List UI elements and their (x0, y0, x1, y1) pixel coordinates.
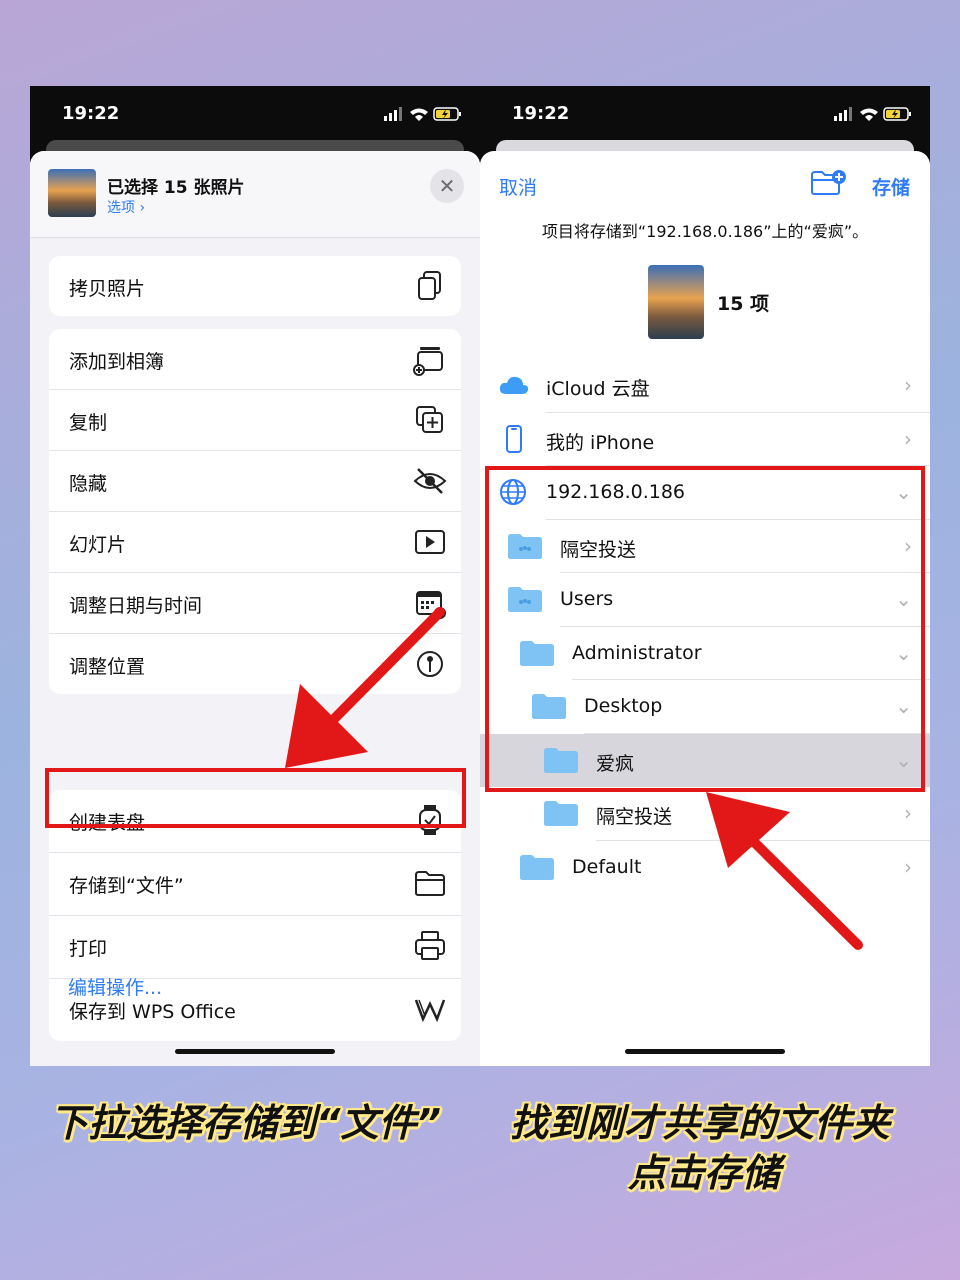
share-header: 已选择 15 张照片 选项 › ✕ (30, 151, 480, 238)
location-label: iCloud 云盘 (546, 378, 650, 400)
folder-icon (415, 871, 445, 896)
items-thumbnail (648, 265, 704, 339)
action-group-2: 添加到相簿 复制 隐藏 幻灯片 调整日期与时间 调整位置 (49, 329, 461, 694)
action-slideshow[interactable]: 幻灯片 (49, 512, 461, 573)
action-label: 复制 (69, 412, 108, 434)
location-my-iphone[interactable]: 我的 iPhone › (480, 413, 930, 466)
action-copy-photos[interactable]: 拷贝照片 (49, 256, 461, 316)
location-label: Default (572, 855, 642, 878)
caption-left: 下拉选择存储到“文件” (50, 1101, 441, 1145)
action-duplicate[interactable]: 复制 (49, 390, 461, 451)
action-adjust-location[interactable]: 调整位置 (49, 634, 461, 694)
edit-actions-link[interactable]: 编辑操作... (68, 973, 162, 1000)
status-bar: 19:22 (30, 86, 480, 142)
icloud-icon (499, 376, 529, 394)
action-label: 保存到 WPS Office (69, 1001, 236, 1023)
chevron-right-icon: › (904, 801, 912, 825)
chevron-right-icon: › (904, 373, 912, 397)
printer-icon (415, 931, 445, 960)
slideshow-play-icon (415, 530, 445, 554)
location-label: 我的 iPhone (546, 431, 655, 454)
action-label: 隐藏 (69, 473, 108, 495)
folder-airdrop-sub[interactable]: 隔空投送 › (480, 787, 930, 841)
signal-wifi-battery-icon (834, 107, 911, 121)
location-pin-icon (417, 651, 443, 677)
action-label: 调整日期与时间 (69, 595, 203, 617)
status-icons (384, 106, 464, 126)
action-label: 存储到“文件” (69, 875, 184, 897)
caption-right-line1: 找到刚才共享的文件夹 (510, 1101, 891, 1145)
close-button[interactable]: ✕ (430, 169, 464, 203)
item-count: 15 项 (717, 293, 770, 315)
action-label: 调整位置 (69, 656, 146, 678)
chevron-right-icon: › (904, 426, 912, 451)
hide-eye-icon (413, 468, 447, 494)
location-label: 隔空投送 (596, 806, 673, 828)
status-bar: 19:22 (480, 86, 930, 142)
action-label: 打印 (69, 938, 108, 960)
left-phone-screen: 19:22 已选择 15 张照片 选项 › ✕ 拷贝照片 添加到相簿 复制 隐藏… (30, 86, 480, 1066)
status-icons (834, 106, 914, 126)
wps-icon (414, 999, 446, 1023)
folder-icon (520, 854, 554, 880)
action-label: 拷贝照片 (69, 278, 146, 300)
iphone-icon (506, 424, 522, 453)
share-title: 已选择 15 张照片 (107, 178, 245, 198)
status-time: 19:22 (512, 103, 570, 124)
action-adjust-date-time[interactable]: 调整日期与时间 (49, 573, 461, 634)
close-icon: ✕ (438, 174, 456, 198)
action-label: 添加到相簿 (69, 351, 165, 373)
action-print[interactable]: 打印 (49, 916, 461, 979)
highlight-box-folder-tree (485, 466, 925, 792)
home-indicator (175, 1049, 335, 1054)
destination-message: 项目将存储到“192.168.0.186”上的“爱疯”。 (541, 222, 869, 241)
signal-wifi-battery-icon (384, 107, 461, 121)
action-hide[interactable]: 隐藏 (49, 451, 461, 512)
cancel-button[interactable]: 取消 (499, 173, 537, 200)
folder-default[interactable]: Default › (480, 841, 930, 895)
location-icloud[interactable]: iCloud 云盘 › (480, 359, 930, 413)
share-sheet: 已选择 15 张照片 选项 › ✕ 拷贝照片 添加到相簿 复制 隐藏 幻灯片 调… (30, 151, 480, 1066)
new-folder-button[interactable] (810, 169, 848, 197)
action-label: 幻灯片 (69, 534, 127, 556)
home-indicator (625, 1049, 785, 1054)
options-link[interactable]: 选项 › (107, 197, 145, 217)
action-add-album[interactable]: 添加到相簿 (49, 329, 461, 390)
photo-thumbnail (48, 169, 96, 217)
copy-photos-icon (418, 271, 441, 300)
action-group-1: 拷贝照片 (49, 256, 461, 316)
chevron-right-icon: › (904, 854, 912, 879)
status-time: 19:22 (62, 103, 120, 124)
action-save-to-files[interactable]: 存储到“文件” (49, 853, 461, 916)
duplicate-icon (416, 406, 443, 433)
save-button[interactable]: 存储 (872, 173, 910, 200)
highlight-box-save-to-files (45, 768, 466, 828)
calendar-clock-icon (416, 591, 446, 619)
add-album-icon (413, 347, 443, 376)
folder-icon (544, 801, 578, 826)
caption-right-line2: 点击存储 (628, 1151, 781, 1195)
